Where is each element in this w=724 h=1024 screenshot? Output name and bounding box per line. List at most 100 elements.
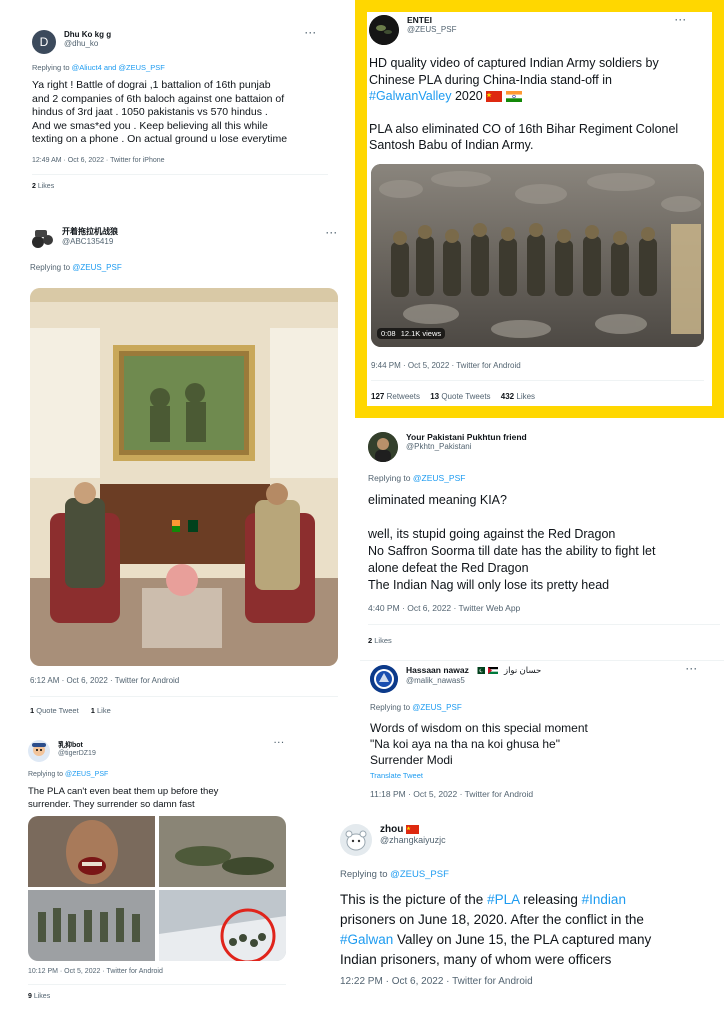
quotes-count[interactable]: 13 Quote Tweets <box>430 392 490 401</box>
author-handle[interactable]: @Pkhtn_Pakistani <box>406 442 527 451</box>
tweet-text-line: HD quality video of captured Indian Army… <box>369 56 659 70</box>
author-name[interactable]: zhou <box>380 824 446 835</box>
translate-tweet-link[interactable]: Translate Tweet <box>370 771 423 780</box>
more-options-icon[interactable]: ··· <box>326 228 338 238</box>
retweets-count[interactable]: 127 Retweets <box>371 392 420 401</box>
timestamp[interactable]: 12:49 AM · Oct 6, 2022 · Twitter for iPh… <box>32 157 165 164</box>
replying-to-handle[interactable]: @ZEUS_PSF <box>65 771 108 778</box>
author-name[interactable]: Hassaan nawaz حسان نواز <box>406 665 541 676</box>
author-name[interactable]: 开着拖拉机战狼 <box>62 226 118 237</box>
replying-to-handle[interactable]: @ZEUS_PSF <box>413 473 466 483</box>
author-handle[interactable]: @malik_nawas5 <box>406 676 541 685</box>
avatar-image <box>369 15 399 45</box>
tweet-entei-highlighted[interactable]: ENTEI @ZEUS_PSF ··· HD quality video of … <box>355 0 724 418</box>
tweet-text-line: The PLA can't even beat them up before t… <box>28 786 219 797</box>
divider <box>360 660 724 661</box>
tweet-tigerdz19[interactable]: 乳抑bot @tigerDZ19 ··· Replying to @ZEUS_P… <box>20 734 296 1014</box>
hashtag-pla[interactable]: #PLA <box>487 892 519 907</box>
engagement-stats: 1 Quote Tweet 1 Like <box>30 706 111 715</box>
likes-count[interactable]: 9 Likes <box>28 993 50 1000</box>
avatar-letter: D <box>39 35 49 49</box>
replying-prefix: Replying to <box>370 703 411 712</box>
tweet-text-line: prisoners on June 18, 2020. After the co… <box>340 912 644 927</box>
tweet-text-line: This is the picture of the #PLA releasin… <box>340 892 626 907</box>
quotes-count[interactable]: 1 Quote Tweet <box>30 706 79 715</box>
tweet-text-line: PLA also eliminated CO of 16th Bihar Reg… <box>369 121 679 136</box>
more-options-icon[interactable]: ··· <box>686 664 698 674</box>
author-name[interactable]: 乳抑bot <box>58 740 96 750</box>
author-handle[interactable]: @zhangkaiyuzjc <box>380 835 446 845</box>
author-name[interactable]: ENTEI <box>407 15 456 25</box>
tweet-text-line: well, its stupid going against the Red D… <box>368 527 616 541</box>
replying-to-handle[interactable]: @ZEUS_PSF <box>72 263 121 272</box>
author-handle[interactable]: @dhu_ko <box>64 39 111 48</box>
avatar[interactable] <box>369 15 399 45</box>
hashtag-galwanvalley[interactable]: #GalwanValley <box>369 89 451 103</box>
timestamp[interactable]: 9:44 PM · Oct 5, 2022 · Twitter for Andr… <box>371 361 521 370</box>
avatar[interactable] <box>370 665 398 693</box>
avatar[interactable] <box>28 740 50 762</box>
more-options-icon[interactable]: ··· <box>274 738 285 747</box>
author-handle[interactable]: @tigerDZ19 <box>58 750 96 757</box>
pakistan-flag-icon <box>475 667 486 675</box>
hashtag-galwan[interactable]: #Galwan <box>340 932 393 947</box>
tweet-text-line: surrender. They surrender so damn fast <box>28 798 195 810</box>
replying-prefix: Replying to <box>28 771 64 778</box>
avatar[interactable] <box>340 824 372 856</box>
hashtag-indian[interactable]: #Indian <box>582 892 626 907</box>
tweet-photo[interactable] <box>30 288 338 666</box>
more-options-icon[interactable]: ··· <box>675 15 687 25</box>
tweet-text: The PLA can't even beat them up before t… <box>28 786 290 811</box>
replying-to: Replying to @ZEUS_PSF <box>28 771 108 778</box>
tweet-text: This is the picture of the #PLA releasin… <box>340 890 722 970</box>
replying-prefix: Replying to <box>340 869 388 880</box>
replying-prefix: Replying to <box>368 473 411 483</box>
author-name[interactable]: Your Pakistani Pukhtun friend <box>406 432 527 442</box>
timestamp[interactable]: 4:40 PM · Oct 6, 2022 · Twitter Web App <box>368 603 520 613</box>
divider <box>368 624 720 625</box>
video-player[interactable]: 0:08 12.1K views <box>371 164 704 347</box>
tweet-text-line: and 2 companies of 6th baloch against on… <box>32 92 285 105</box>
replying-to-handles[interactable]: @Aliuct4 and @ZEUS_PSF <box>72 63 165 72</box>
tweet-malik-nawas5[interactable]: Hassaan nawaz حسان نواز @malik_nawas5 ··… <box>360 660 724 810</box>
tweet-text-line: Surrender Modi <box>370 753 453 767</box>
replying-to: Replying to @Aliuct4 and @ZEUS_PSF <box>32 63 165 72</box>
likes-count[interactable]: 2 Likes <box>368 636 392 645</box>
china-flag-icon <box>486 91 503 103</box>
more-options-icon[interactable]: ··· <box>305 28 317 38</box>
author-handle[interactable]: @ABC135419 <box>62 237 118 246</box>
avatar[interactable] <box>30 226 54 250</box>
likes-count[interactable]: 2 Likes <box>32 183 54 190</box>
likes-count[interactable]: 432 Likes <box>501 392 535 401</box>
photo-grid[interactable] <box>28 816 286 961</box>
timestamp[interactable]: 11:18 PM · Oct 5, 2022 · Twitter for And… <box>370 789 533 799</box>
divider <box>32 174 328 175</box>
tweet-zhangkaiyuzjc[interactable]: zhou @zhangkaiyuzjc Replying to @ZEUS_PS… <box>330 818 724 1008</box>
avatar-image <box>340 824 372 856</box>
tweet-text-line: "Na koi aya na tha na koi ghusa he" <box>370 737 560 751</box>
tweet-pkhtn-pakistani[interactable]: Your Pakistani Pukhtun friend @Pkhtn_Pak… <box>360 422 724 657</box>
tweet-dhu-ko[interactable]: D Dhu Ko kg g @dhu_ko ··· Replying to @A… <box>22 18 338 200</box>
replying-to-handle[interactable]: @ZEUS_PSF <box>390 869 449 880</box>
tweet-text-line: texting on a phone . On actual ground u … <box>32 133 288 145</box>
replying-to: Replying to @ZEUS_PSF <box>370 703 462 712</box>
tweet-abc135419[interactable]: 开着拖拉机战狼 @ABC135419 ··· Replying to @ZEUS… <box>20 218 348 730</box>
timestamp[interactable]: 6:12 AM · Oct 6, 2022 · Twitter for Andr… <box>30 676 179 685</box>
replying-to: Replying to @ZEUS_PSF <box>30 263 122 272</box>
replying-to-handle[interactable]: @ZEUS_PSF <box>412 703 461 712</box>
timestamp[interactable]: 12:22 PM · Oct 6, 2022 · Twitter for And… <box>340 976 533 987</box>
video-duration-badge: 0:08 12.1K views <box>377 328 446 339</box>
avatar[interactable] <box>368 432 398 462</box>
likes-count[interactable]: 1 Like <box>91 706 111 715</box>
tweet-text: eliminated meaning KIA? well, its stupid… <box>368 492 720 594</box>
author-name[interactable]: Dhu Ko kg g <box>64 30 111 39</box>
tweet-text-line: eliminated meaning KIA? <box>368 493 507 507</box>
chelsea-crest-avatar <box>370 665 398 693</box>
tweet-text-line: Indian prisoners, many of whom were offi… <box>340 952 612 967</box>
tweet-text-line: #GalwanValley 2020 <box>369 88 714 105</box>
timestamp[interactable]: 10:12 PM · Oct 5, 2022 · Twitter for And… <box>28 968 163 975</box>
avatar[interactable]: D <box>32 30 56 54</box>
author-handle[interactable]: @ZEUS_PSF <box>407 25 456 34</box>
tweet-text-line: Ya right ! Battle of dograi ,1 battalion… <box>32 79 271 91</box>
